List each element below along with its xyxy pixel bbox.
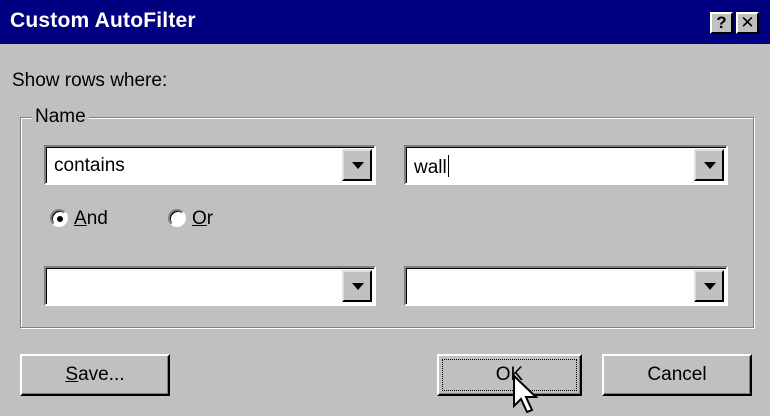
operator-2-combo[interactable] xyxy=(44,266,376,306)
group-label: Name xyxy=(32,106,89,128)
and-radio-circle xyxy=(50,209,68,227)
show-rows-label: Show rows where: xyxy=(12,70,168,91)
chevron-down-icon xyxy=(352,283,364,290)
help-icon: ? xyxy=(716,13,727,32)
title-bar[interactable]: Custom AutoFilter ? ✕ xyxy=(0,0,770,44)
and-radio[interactable]: And xyxy=(50,207,130,231)
text-cursor xyxy=(447,155,449,177)
help-button[interactable]: ? xyxy=(710,12,733,34)
or-radio[interactable]: Or xyxy=(168,207,228,231)
radio-selected-dot xyxy=(57,216,63,222)
value-1-combo[interactable]: wall xyxy=(404,145,728,185)
cancel-button[interactable]: Cancel xyxy=(602,354,752,396)
operator-2-dropdown-button[interactable] xyxy=(342,270,372,302)
operator-1-dropdown-button[interactable] xyxy=(342,149,372,181)
and-label: And xyxy=(74,208,108,229)
mouse-pointer-icon xyxy=(513,374,539,414)
value-1-text: wall xyxy=(414,155,449,179)
or-radio-circle xyxy=(168,209,186,227)
close-button[interactable]: ✕ xyxy=(736,12,759,34)
window-title: Custom AutoFilter xyxy=(10,9,196,32)
chevron-down-icon xyxy=(704,162,716,169)
value-2-dropdown-button[interactable] xyxy=(694,270,724,302)
value-1-dropdown-button[interactable] xyxy=(694,149,724,181)
close-icon: ✕ xyxy=(740,13,755,32)
chevron-down-icon xyxy=(704,283,716,290)
value-2-combo[interactable] xyxy=(404,266,728,306)
ok-button[interactable]: OK xyxy=(437,354,582,396)
chevron-down-icon xyxy=(352,162,364,169)
or-label: Or xyxy=(192,208,214,229)
value-1-value: wall xyxy=(414,157,447,178)
custom-autofilter-dialog: Custom AutoFilter ? ✕ Show rows where: N… xyxy=(0,0,770,415)
operator-1-value: contains xyxy=(54,155,125,176)
save-button[interactable]: Save... xyxy=(20,354,170,396)
operator-1-combo[interactable]: contains xyxy=(44,145,376,185)
